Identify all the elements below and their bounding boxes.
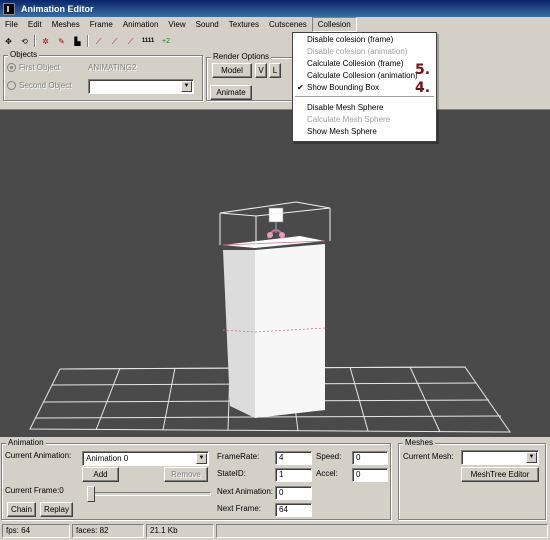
render-options-label: Render Options [211, 52, 272, 62]
animate-button[interactable]: Animate [210, 85, 252, 100]
status-faces: faces: 82 [72, 524, 144, 538]
menu-view[interactable]: View [163, 17, 190, 32]
second-object-radio[interactable] [7, 81, 16, 90]
bone-remove-icon[interactable]: ⟋ [124, 35, 137, 48]
menu-meshes[interactable]: Meshes [47, 17, 85, 32]
meshtree-editor-button[interactable]: MeshTree Editor [461, 467, 539, 482]
callout-five: 5. [415, 62, 431, 78]
render-options-group: Render Options Model V L Animate [206, 52, 296, 101]
accel-label: Accel: [316, 469, 338, 478]
v-button[interactable]: V [255, 63, 267, 78]
mesh-model [222, 207, 326, 418]
menu-edit[interactable]: Edit [23, 17, 47, 32]
menu-item-show-mesh-sphere[interactable]: Show Mesh Sphere [293, 126, 436, 138]
menu-separator [295, 96, 434, 100]
frame-slider-thumb[interactable] [87, 486, 95, 502]
frame-numbers-icon[interactable]: 1111 [140, 35, 156, 48]
first-object-value: ANIMATING2 [88, 63, 137, 72]
mesh-delete-icon[interactable]: ▙ [71, 35, 84, 48]
chevron-down-icon[interactable]: ▼ [181, 81, 192, 92]
3d-viewport[interactable] [0, 109, 550, 437]
status-size: 21.1 Kb [146, 524, 214, 538]
current-animation-select[interactable]: Animation 0 ▼ [82, 451, 209, 466]
animation-group-label: Animation [6, 438, 46, 448]
second-object-select[interactable]: ▼ [88, 79, 194, 94]
replay-button[interactable]: Replay [40, 502, 73, 517]
viewport-scene [29, 201, 511, 433]
status-empty [216, 524, 548, 538]
menu-item-show-bounding-box-label: Show Bounding Box [307, 83, 380, 92]
remove-animation-button: Remove [164, 467, 208, 482]
status-bar: fps: 64 faces: 82 21.1 Kb [0, 522, 550, 540]
bone-add-icon[interactable]: ⟋ [108, 35, 121, 48]
current-frame-label: Current Frame:0 [5, 486, 64, 495]
speed-label: Speed: [316, 452, 342, 461]
first-object-label: First Object [19, 63, 60, 72]
accel-field[interactable]: 0 [352, 468, 388, 482]
mesh-edit-icon[interactable]: ✎ [55, 35, 68, 48]
toolbar-separator [87, 35, 89, 47]
toolbar: ✥ ⟲ ✲ ✎ ▙ ⟋ ⟋ ⟋ 1111 +2 [0, 33, 290, 49]
next-frame-field[interactable]: 64 [275, 503, 312, 517]
objects-group-label: Objects [8, 50, 40, 60]
model-button[interactable]: Model [212, 63, 252, 78]
menu-collesion[interactable]: Collesion [311, 17, 357, 32]
status-fps: fps: 64 [2, 524, 70, 538]
next-animation-label: Next Animation: [217, 487, 274, 496]
framerate-label: FrameRate: [217, 452, 260, 461]
framerate-field[interactable]: 4 [275, 451, 312, 465]
stateid-label: StateID: [217, 469, 246, 478]
animation-group: Animation Current Animation: Animation 0… [1, 438, 391, 520]
current-animation-value: Animation 0 [86, 454, 129, 463]
menu-frame[interactable]: Frame [85, 17, 118, 32]
current-animation-label: Current Animation: [5, 451, 72, 460]
next-animation-field[interactable]: 0 [275, 486, 312, 500]
bone-icon[interactable]: ⟋ [92, 35, 105, 48]
current-mesh-label: Current Mesh: [403, 452, 454, 461]
mesh-tool-icon[interactable]: ✲ [39, 35, 52, 48]
menu-item-calculate-mesh-sphere: Calculate Mesh Sphere [307, 115, 391, 124]
check-icon: ✔ [297, 83, 304, 92]
move-icon[interactable]: ✥ [2, 35, 15, 48]
current-mesh-select[interactable]: ▼ [461, 450, 539, 465]
menu-item-disable-mesh-sphere[interactable]: Disable Mesh Sphere [293, 102, 436, 114]
menu-cutscenes[interactable]: Cutscenes [264, 17, 312, 32]
menu-item-disable-colesion-animation: Disable colesion (animation) [307, 47, 408, 56]
menu-bar: File Edit Meshes Frame Animation View So… [0, 17, 550, 32]
speed-field[interactable]: 0 [352, 451, 388, 465]
frame-slider-track[interactable] [87, 492, 211, 496]
next-frame-label: Next Frame: [217, 504, 262, 513]
first-object-radio[interactable] [7, 63, 16, 72]
second-object-label: Second Object [19, 81, 72, 90]
meshes-group: Meshes Current Mesh: ▼ MeshTree Editor [398, 438, 546, 520]
menu-animation[interactable]: Animation [118, 17, 164, 32]
menu-textures[interactable]: Textures [224, 17, 264, 32]
menu-sound[interactable]: Sound [191, 17, 224, 32]
chain-button[interactable]: Chain [7, 502, 36, 517]
add-animation-button[interactable]: Add [82, 467, 119, 482]
chevron-down-icon[interactable]: ▼ [196, 453, 207, 464]
rotate-icon[interactable]: ⟲ [18, 35, 31, 48]
title-bar[interactable]: Animation Editor [0, 0, 550, 17]
app-icon [3, 2, 15, 15]
menu-file[interactable]: File [0, 17, 23, 32]
toolbar-separator [34, 35, 36, 47]
callout-four: 4. [415, 80, 431, 96]
window-title: Animation Editor [21, 3, 94, 14]
chevron-down-icon[interactable]: ▼ [526, 452, 537, 463]
frame-add-two-icon[interactable]: +2 [159, 35, 173, 48]
objects-group: Objects First Object ANIMATING2 Second O… [3, 50, 203, 101]
l-button[interactable]: L [269, 63, 281, 78]
menu-item-disable-colesion-frame[interactable]: Disable colesion (frame) [293, 34, 436, 46]
stateid-field[interactable]: 1 [275, 468, 312, 482]
animation-editor-window: Animation Editor File Edit Meshes Frame … [0, 0, 550, 540]
meshes-group-label: Meshes [403, 438, 436, 448]
